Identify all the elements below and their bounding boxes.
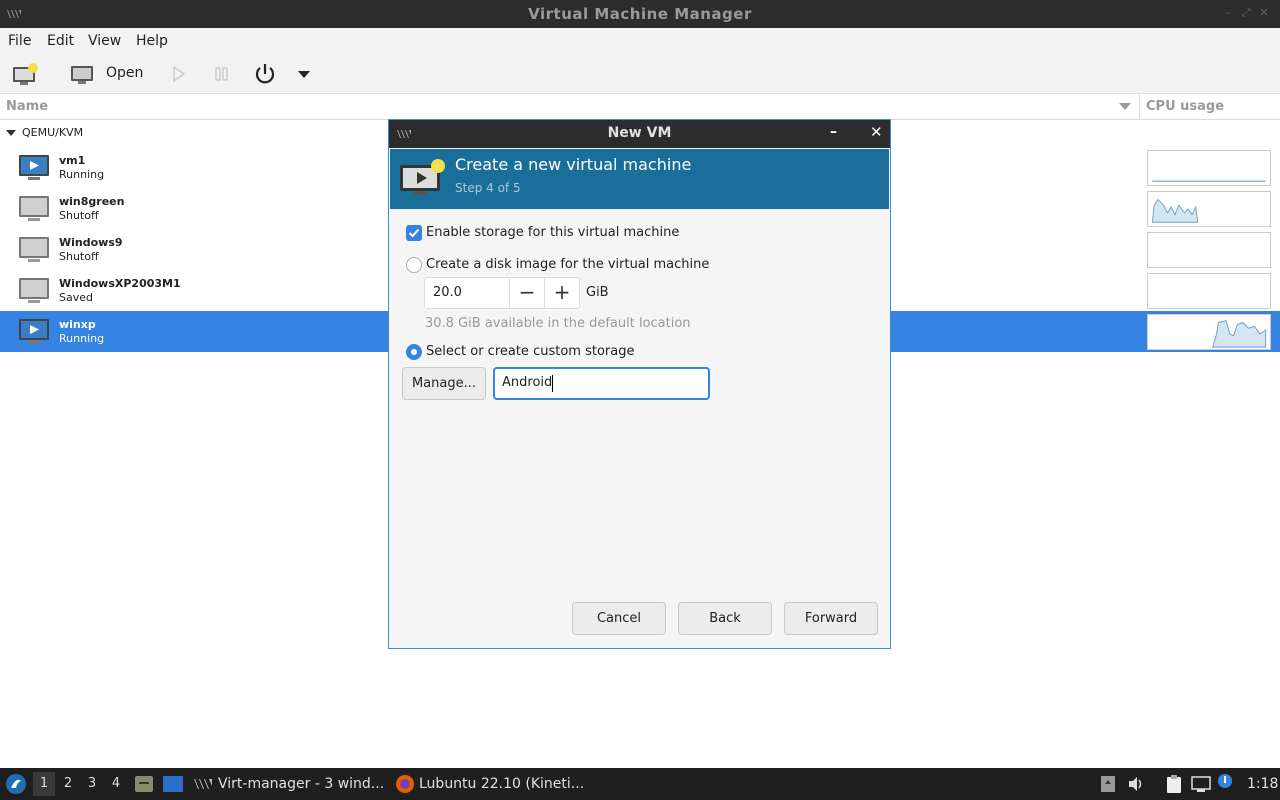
power-icon[interactable] — [252, 61, 278, 87]
create-disk-radio[interactable] — [406, 257, 422, 273]
vm-shutoff-icon — [19, 196, 49, 221]
column-cpu-usage[interactable]: CPU usage — [1146, 99, 1224, 114]
wizard-heading: Create a new virtual machine — [455, 155, 692, 174]
column-divider — [1139, 94, 1140, 120]
disk-size-value[interactable]: 20.0 — [433, 285, 462, 300]
task-firefox[interactable]: Lubuntu 22.10 (Kineti... — [419, 776, 584, 792]
vm-name: WindowsXP2003M1 — [59, 277, 181, 290]
vm-name: vm1 — [59, 154, 86, 167]
disk-size-spinner[interactable]: 20.0 − + — [424, 277, 580, 309]
task-virt-manager[interactable]: Virt-manager - 3 wind... — [218, 776, 384, 792]
vm-name: Windows9 — [59, 236, 123, 249]
clock[interactable]: 1:18 — [1247, 776, 1278, 792]
virt-manager-task-icon — [194, 779, 212, 789]
dialog-close-icon[interactable]: ✕ — [870, 123, 883, 141]
column-name[interactable]: Name — [6, 99, 48, 114]
dialog-title: New VM — [607, 125, 672, 141]
network-icon[interactable] — [1191, 775, 1211, 793]
new-vm-dialog: New VM – ✕ Create a new virtual machine … — [388, 119, 891, 649]
wizard-step: Step 4 of 5 — [455, 181, 521, 195]
new-vm-icon — [400, 159, 445, 195]
menu-view[interactable]: View — [88, 33, 121, 49]
shutdown-menu-chevron-icon[interactable] — [296, 61, 312, 87]
toolbar: Open — [0, 53, 1280, 94]
volume-icon[interactable] — [1127, 775, 1145, 793]
forward-button[interactable]: Forward — [784, 602, 878, 635]
clipboard-icon[interactable] — [1165, 774, 1183, 794]
cpu-usage-graph — [1147, 191, 1271, 227]
wizard-banner: Create a new virtual machine Step 4 of 5 — [390, 149, 889, 209]
custom-storage-radio[interactable] — [406, 344, 422, 360]
vm-name: winxp — [59, 318, 96, 331]
vm-saved-icon — [19, 278, 49, 303]
dialog-minimize-icon[interactable]: – — [830, 124, 837, 140]
decrement-button[interactable]: − — [509, 278, 544, 308]
cpu-usage-graph — [1147, 232, 1271, 268]
close-icon[interactable]: ✕ — [1258, 7, 1270, 19]
notification-icon[interactable] — [1217, 773, 1233, 789]
cpu-usage-graph — [1147, 150, 1271, 186]
enable-storage-checkbox[interactable] — [406, 225, 422, 241]
vm-name: win8green — [59, 195, 125, 208]
connection-label: QEMU/KVM — [22, 126, 84, 139]
show-desktop-icon[interactable] — [162, 775, 184, 793]
tray-update-icon[interactable] — [1100, 775, 1116, 793]
vm-status: Shutoff — [59, 209, 99, 222]
firefox-icon — [396, 775, 414, 793]
pause-icon[interactable] — [213, 61, 231, 87]
disk-unit-label: GiB — [586, 285, 609, 300]
menu-edit[interactable]: Edit — [47, 33, 74, 49]
maximize-icon[interactable]: ⤢ — [1240, 7, 1252, 19]
vm-status: Running — [59, 332, 105, 345]
cpu-usage-graph — [1147, 314, 1271, 350]
vm-shutoff-icon — [19, 237, 49, 262]
text-caret — [552, 375, 553, 392]
storage-path-value: Android — [502, 375, 553, 390]
vm-status: Running — [59, 168, 105, 181]
vm-list-header: Name CPU usage — [0, 94, 1280, 120]
vm-running-icon — [19, 155, 49, 180]
custom-storage-label[interactable]: Select or create custom storage — [426, 344, 634, 359]
menu-help[interactable]: Help — [136, 33, 168, 49]
cpu-usage-graph — [1147, 273, 1271, 309]
increment-button[interactable]: + — [544, 278, 579, 308]
connection-group[interactable]: QEMU/KVM — [6, 126, 83, 139]
vm-status: Saved — [59, 291, 93, 304]
minimize-icon[interactable]: – — [1222, 7, 1234, 19]
workspace-2[interactable]: 2 — [57, 772, 79, 796]
workspace-1[interactable]: 1 — [33, 772, 55, 796]
workspace-4[interactable]: 4 — [105, 772, 127, 796]
back-button[interactable]: Back — [678, 602, 772, 635]
dialog-titlebar: New VM – ✕ — [389, 120, 890, 148]
checkmark-icon — [408, 228, 420, 238]
taskbar: 1 2 3 4 Virt-manager - 3 wind... Lubuntu… — [0, 768, 1280, 800]
menu-bar: File Edit View Help — [0, 28, 1280, 53]
available-space-hint: 30.8 GiB available in the default locati… — [425, 316, 691, 331]
run-icon[interactable] — [170, 61, 188, 87]
vm-status: Shutoff — [59, 250, 99, 263]
manage-button[interactable]: Manage... — [402, 367, 486, 400]
workspace-3[interactable]: 3 — [81, 772, 103, 796]
window-title: Virtual Machine Manager — [528, 5, 752, 23]
new-vm-icon[interactable] — [11, 61, 39, 87]
file-manager-icon[interactable] — [134, 775, 154, 793]
open-button[interactable]: Open — [106, 65, 143, 81]
menu-file[interactable]: File — [8, 33, 31, 49]
create-disk-label[interactable]: Create a disk image for the virtual mach… — [426, 257, 709, 272]
cancel-button[interactable]: Cancel — [572, 602, 666, 635]
sort-chevron-icon[interactable] — [1119, 103, 1131, 110]
enable-storage-label[interactable]: Enable storage for this virtual machine — [426, 225, 679, 240]
expander-icon[interactable] — [6, 130, 16, 136]
open-console-icon[interactable] — [69, 61, 97, 87]
vm-running-icon — [19, 319, 49, 344]
storage-path-input[interactable]: Android — [493, 367, 710, 400]
window-titlebar: Virtual Machine Manager – ⤢ ✕ — [0, 0, 1280, 28]
lubuntu-menu-icon[interactable] — [5, 773, 27, 795]
